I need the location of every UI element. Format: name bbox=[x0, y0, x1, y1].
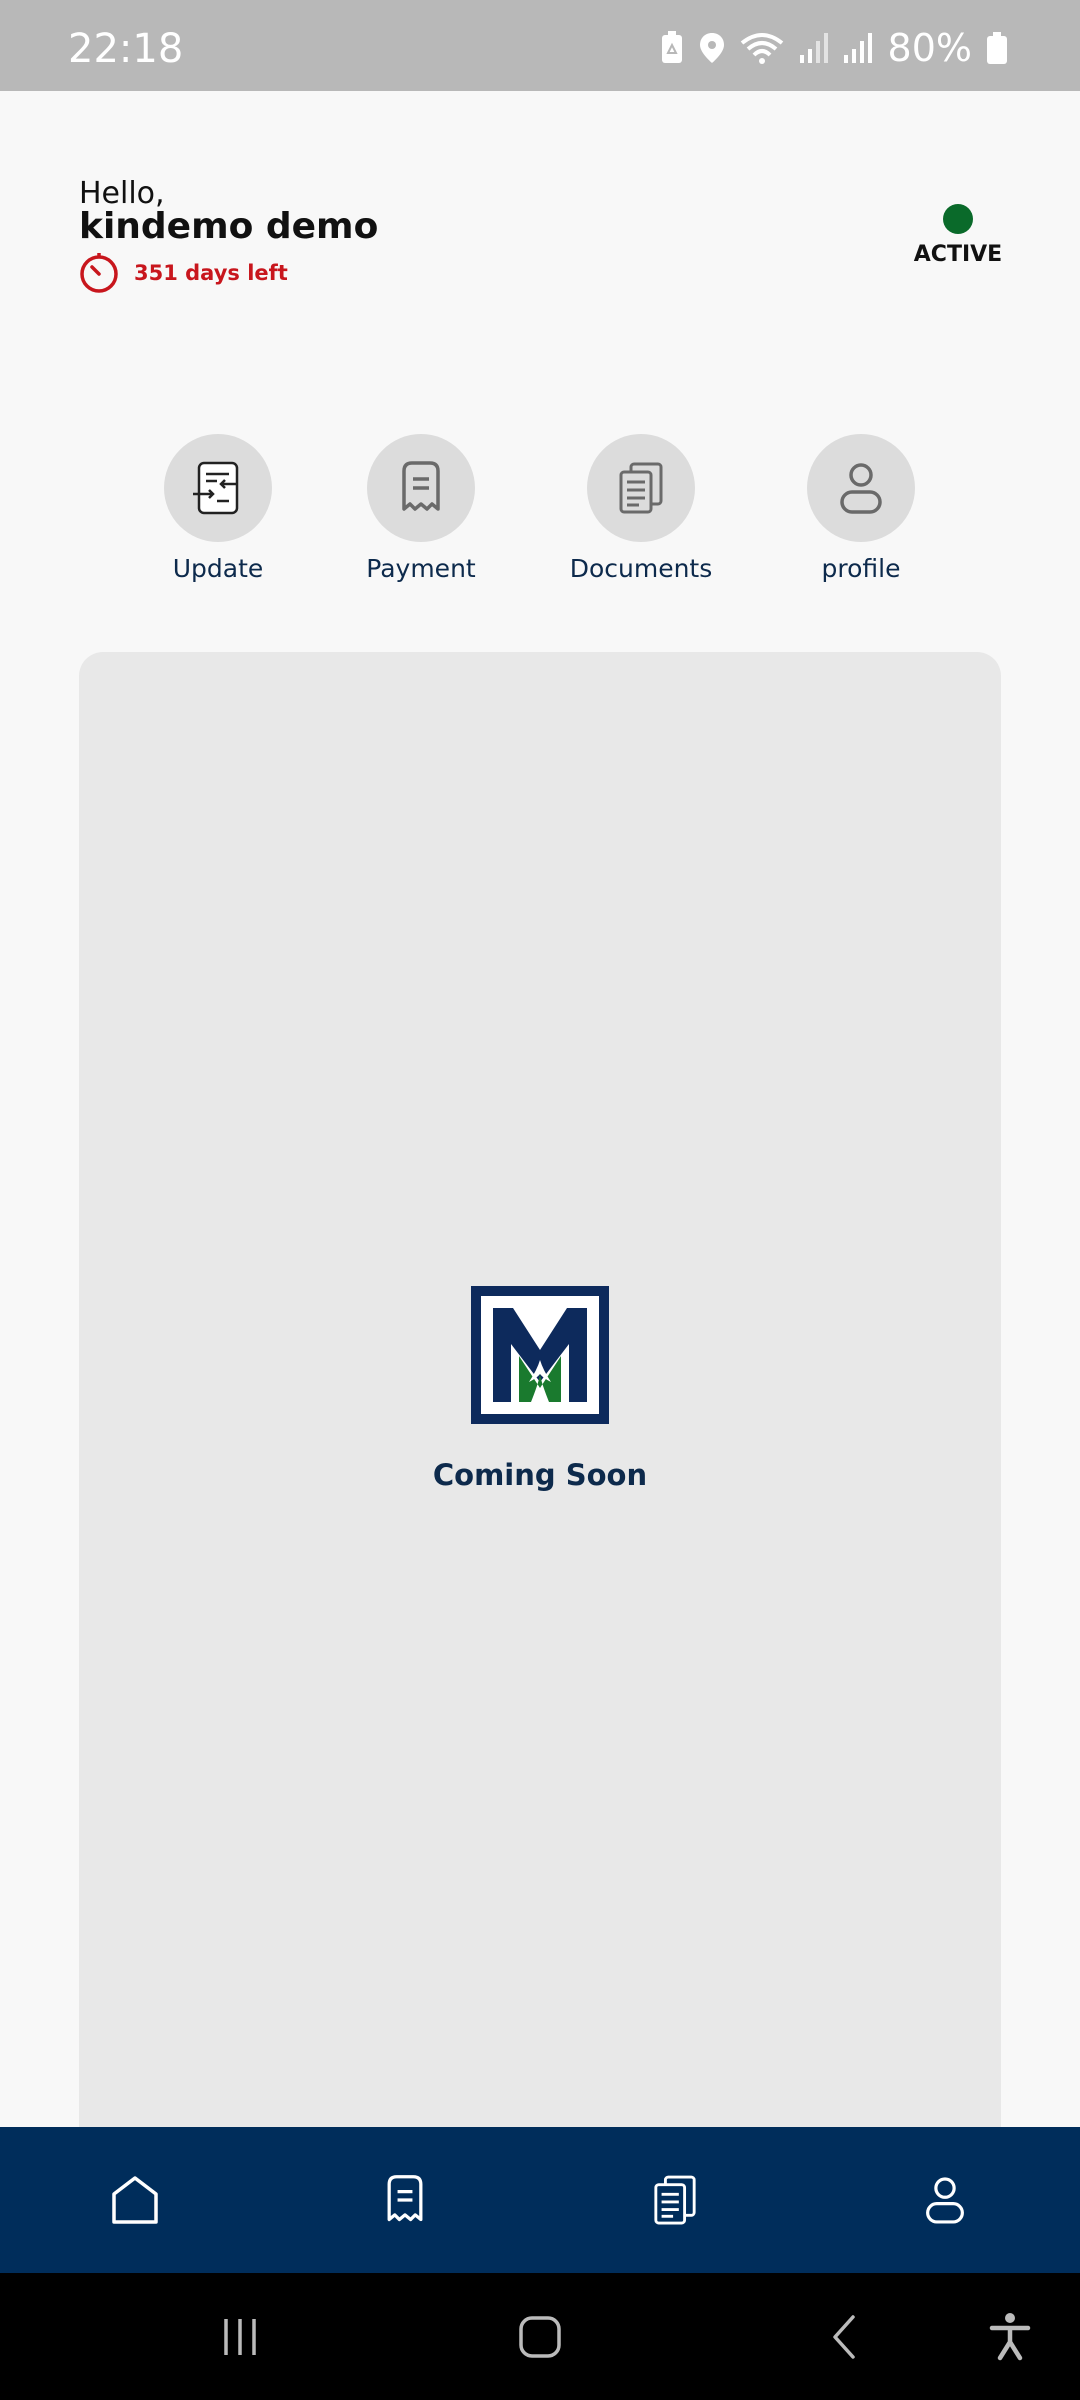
profile-button[interactable]: profile bbox=[771, 434, 951, 583]
battery-percentage: 80% bbox=[887, 26, 972, 70]
user-name: kindemo demo bbox=[79, 206, 379, 247]
profile-label: profile bbox=[821, 554, 901, 583]
brand-logo bbox=[471, 1286, 609, 1424]
profile-icon-circle bbox=[807, 434, 915, 542]
recent-apps-icon bbox=[224, 2319, 256, 2355]
status-label: ACTIVE bbox=[913, 242, 1003, 267]
receipt-icon bbox=[387, 2175, 423, 2222]
user-icon bbox=[926, 2177, 964, 2224]
recent-apps-button[interactable] bbox=[215, 2309, 265, 2365]
documents-icon bbox=[654, 2175, 696, 2225]
documents-label: Documents bbox=[569, 554, 713, 583]
days-left-text: 351 days left bbox=[134, 261, 288, 285]
signal-icon bbox=[843, 33, 872, 63]
nav-payment[interactable] bbox=[370, 2165, 440, 2235]
home-button-icon bbox=[519, 2316, 561, 2358]
bottom-navigation bbox=[0, 2127, 1080, 2273]
documents-button[interactable]: Documents bbox=[551, 434, 731, 583]
update-label: Update bbox=[172, 554, 264, 583]
payment-button[interactable]: Payment bbox=[331, 434, 511, 583]
accessibility-icon bbox=[989, 2313, 1031, 2361]
payment-label: Payment bbox=[366, 554, 476, 583]
signal-icon bbox=[799, 33, 828, 63]
update-doc-icon bbox=[193, 461, 239, 515]
location-icon bbox=[699, 33, 724, 63]
back-icon bbox=[833, 2315, 855, 2359]
status-icons: 80% bbox=[660, 26, 1008, 70]
nav-profile[interactable] bbox=[910, 2165, 980, 2235]
documents-icon bbox=[619, 462, 663, 514]
update-button[interactable]: Update bbox=[128, 434, 308, 583]
accessibility-button[interactable] bbox=[984, 2309, 1036, 2365]
nav-documents[interactable] bbox=[640, 2165, 710, 2235]
battery-icon bbox=[987, 32, 1007, 64]
home-button[interactable] bbox=[514, 2309, 566, 2365]
account-status: ACTIVE bbox=[908, 204, 1008, 267]
timer-icon bbox=[80, 253, 118, 293]
receipt-icon bbox=[402, 461, 440, 511]
user-icon bbox=[840, 463, 882, 514]
nav-home[interactable] bbox=[100, 2165, 170, 2235]
payment-icon-circle bbox=[367, 434, 475, 542]
back-button[interactable] bbox=[822, 2309, 866, 2365]
status-time: 22:18 bbox=[68, 26, 184, 72]
status-bar: 22:18 80% bbox=[0, 0, 1080, 91]
content-card: Coming Soon bbox=[79, 652, 1001, 2127]
update-icon-circle bbox=[164, 434, 272, 542]
battery-saver-icon bbox=[661, 31, 682, 63]
status-dot bbox=[943, 204, 973, 234]
coming-soon-message: Coming Soon bbox=[432, 1458, 648, 1492]
wifi-icon bbox=[740, 33, 783, 64]
documents-icon-circle bbox=[587, 434, 695, 542]
home-icon bbox=[112, 2176, 158, 2224]
days-left-row: 351 days left bbox=[78, 252, 288, 294]
system-navigation-bar bbox=[0, 2273, 1080, 2400]
